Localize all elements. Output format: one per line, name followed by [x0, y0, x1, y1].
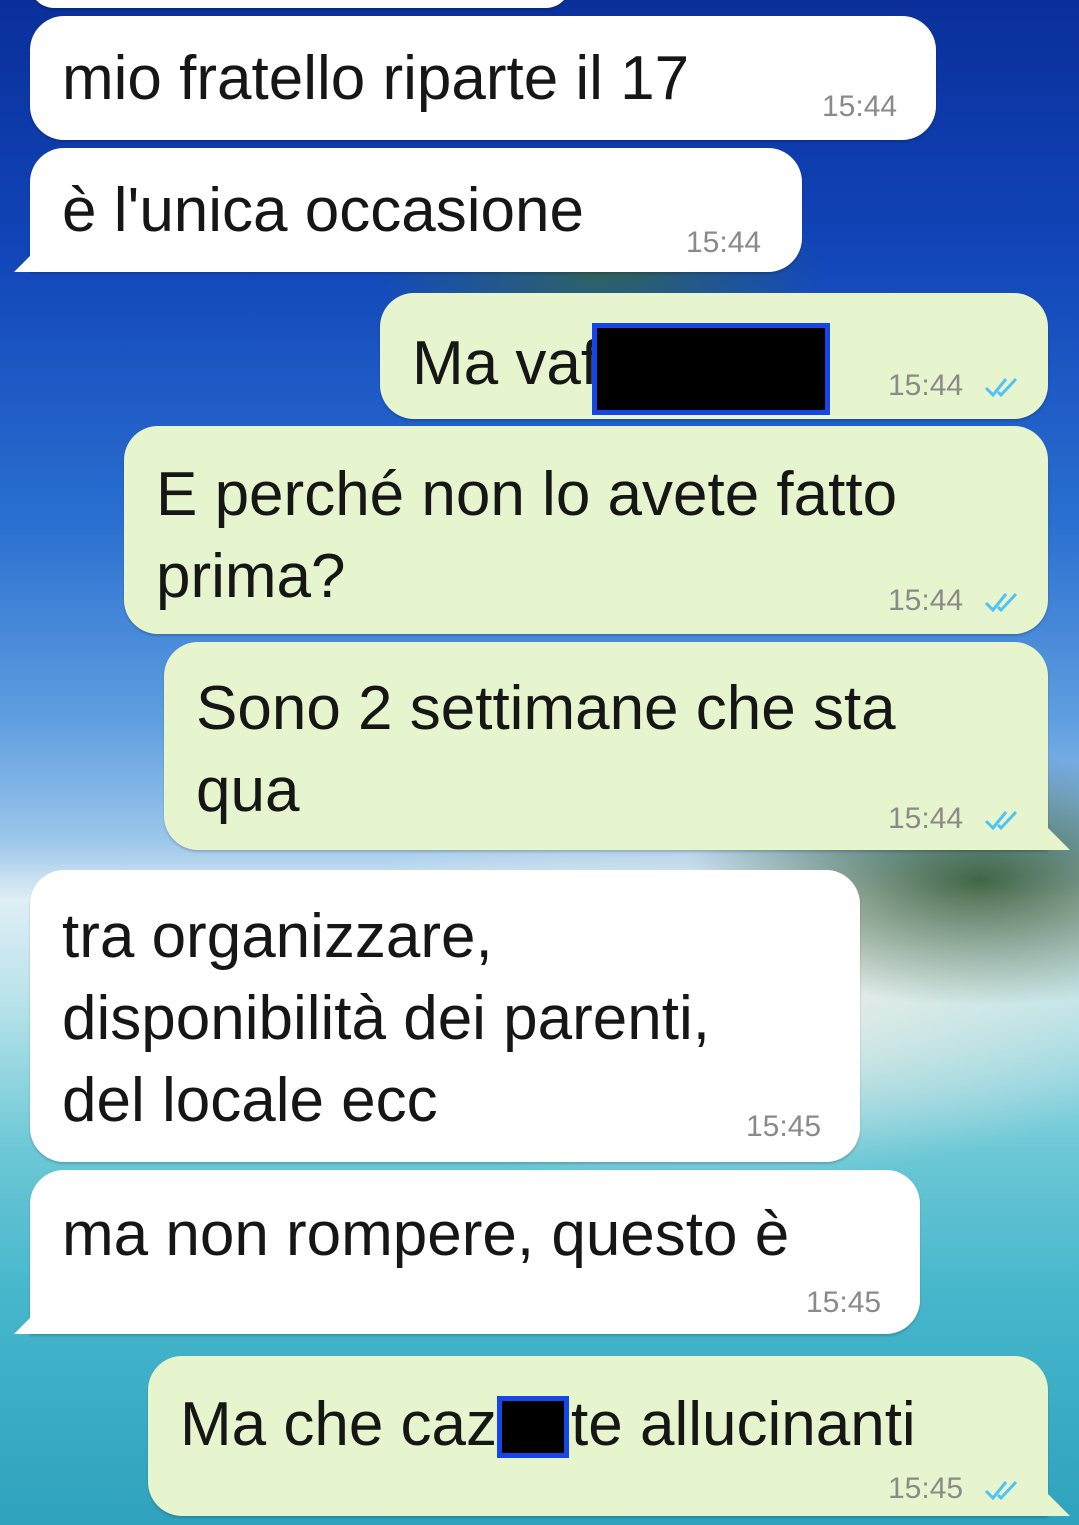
bubble-tail: [14, 1312, 36, 1334]
message-text-visible: Ma che caz: [180, 1390, 498, 1459]
message-text: mio fratello riparte il 17: [62, 44, 690, 113]
bubble-tail: [14, 250, 36, 272]
message-time: 15:44: [686, 226, 762, 259]
double-check-icon: [984, 377, 1018, 398]
redaction-block: [497, 1396, 570, 1458]
message-text: è l'unica occasione: [62, 176, 584, 245]
message-outgoing[interactable]: Sono 2 settimane che sta qua 15:44: [164, 642, 1048, 850]
message-time: 15:44: [888, 584, 964, 617]
previous-message-edge: [30, 0, 570, 8]
bubble-tail: [1048, 828, 1070, 850]
message-text: Ma che caz te allucinanti: [180, 1384, 916, 1466]
message-text-line: prima?: [156, 542, 346, 611]
message-text: ma non rompere, questo è: [62, 1200, 790, 1269]
message-text: Ma vaf: [412, 313, 831, 415]
message-text-visible: te allucinanti: [571, 1390, 916, 1459]
message-outgoing[interactable]: Ma che caz te allucinanti 15:45: [148, 1356, 1048, 1516]
message-time: 15:44: [888, 802, 964, 835]
message-incoming[interactable]: ma non rompere, questo è 15:45: [30, 1170, 920, 1334]
message-text-line: disponibilità dei parenti,: [62, 984, 710, 1053]
message-time: 15:45: [746, 1110, 822, 1143]
double-check-icon: [984, 1480, 1018, 1501]
double-check-icon: [984, 810, 1018, 831]
bubble-tail: [1048, 1494, 1070, 1516]
message-time: 15:44: [888, 369, 964, 402]
message-time: 15:45: [806, 1286, 882, 1319]
message-incoming[interactable]: tra organizzare, disponibilità dei paren…: [30, 870, 860, 1162]
message-incoming[interactable]: mio fratello riparte il 17 15:44: [30, 16, 936, 140]
message-text-line: Sono 2 settimane che sta: [196, 674, 896, 743]
message-text-line: tra organizzare,: [62, 902, 493, 971]
message-incoming[interactable]: è l'unica occasione 15:44: [30, 148, 802, 272]
double-check-icon: [984, 592, 1018, 613]
message-outgoing[interactable]: E perché non lo avete fatto prima? 15:44: [124, 426, 1048, 634]
message-text-line: qua: [196, 756, 300, 825]
message-time: 15:45: [888, 1472, 964, 1505]
redaction-block: [592, 323, 831, 415]
message-text-line: del locale ecc: [62, 1066, 438, 1135]
message-text-line: E perché non lo avete fatto: [156, 460, 898, 529]
message-time: 15:44: [822, 90, 898, 123]
message-text-visible: Ma vaf: [412, 329, 599, 398]
message-outgoing[interactable]: Ma vaf 15:44: [380, 293, 1048, 419]
